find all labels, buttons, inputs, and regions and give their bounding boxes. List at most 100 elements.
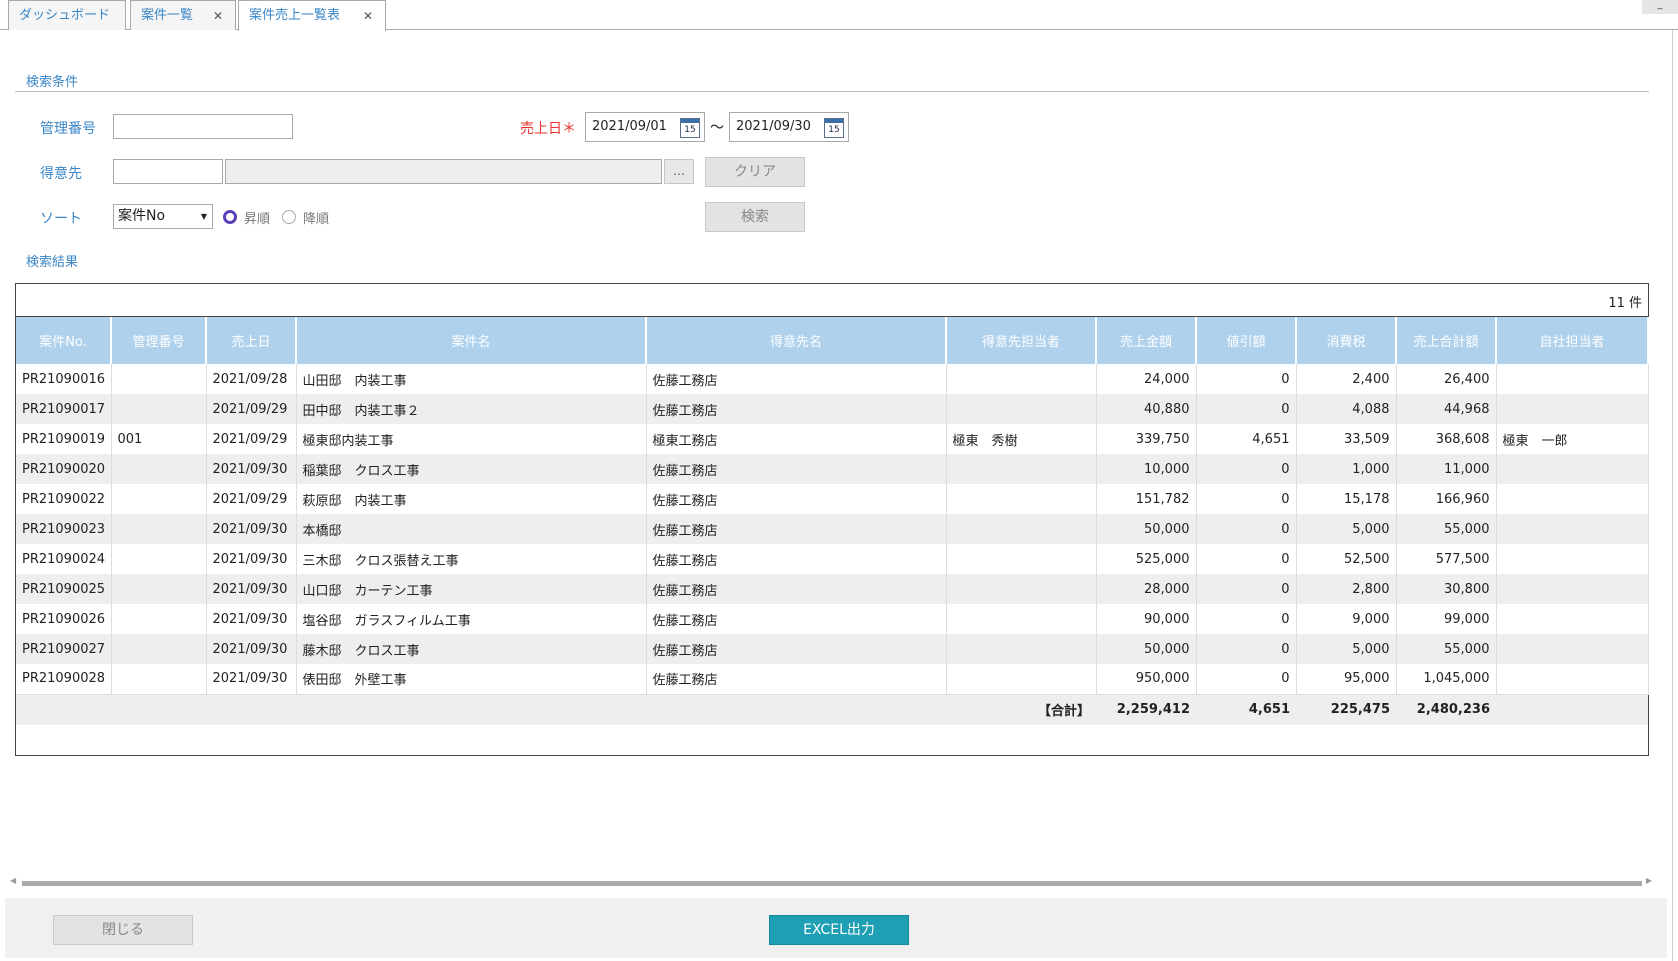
search-section-title: 検索条件	[26, 75, 79, 90]
tokuisaki-lookup-button[interactable]: …	[664, 159, 694, 184]
table-row[interactable]: PR21090019 001 2021/09/29 極東邸内装工事 極東工務店 極東 秀樹…	[16, 424, 1649, 454]
total-cell: 166,960	[1396, 484, 1497, 514]
anken-no-cell: PR21090023	[16, 514, 112, 544]
anken-no-cell: PR21090026	[16, 604, 112, 634]
sort-desc-label: 降順	[303, 212, 330, 227]
discount-cell: 0	[1196, 514, 1297, 544]
tab-dashboard[interactable]: ダッシュボード	[8, 0, 126, 30]
customer-name-cell: 佐藤工務店	[646, 484, 947, 514]
tokuisaki-label: 得意先	[40, 166, 82, 182]
tax-cell: 4,088	[1296, 394, 1397, 424]
anken-name-cell: 稲葉邸 クロス工事	[296, 454, 647, 484]
table-row[interactable]: PR21090026 2021/09/30 塩谷邸 ガラスフィルム工事 佐藤工務店 90…	[16, 604, 1649, 634]
column-header-customer-name[interactable]: 得意先名	[646, 317, 947, 364]
table-row[interactable]: PR21090023 2021/09/30 本橋邸 佐藤工務店 50,000 0 5,000…	[16, 514, 1649, 544]
chevron-down-icon: ▼	[200, 212, 207, 221]
kanri-no-cell	[111, 484, 207, 514]
column-header-anken-name[interactable]: 案件名	[296, 317, 647, 364]
sales-amount-cell: 950,000	[1096, 664, 1197, 694]
table-row[interactable]: PR21090024 2021/09/30 三木邸 クロス張替え工事 佐藤工務店 525…	[16, 544, 1649, 574]
close-icon[interactable]: ✕	[213, 1, 223, 31]
column-header-total[interactable]: 売上合計額	[1396, 317, 1497, 364]
tab-anken-sales-list-label: 案件売上一覧表	[249, 8, 341, 23]
anken-name-cell: 塩谷邸 ガラスフィルム工事	[296, 604, 647, 634]
column-header-anken-no[interactable]: 案件No.	[16, 317, 112, 364]
sales-amount-cell: 50,000	[1096, 634, 1197, 664]
column-header-discount[interactable]: 値引額	[1196, 317, 1297, 364]
total-cell: 1,045,000	[1396, 664, 1497, 694]
total-grand: 2,480,236	[1396, 693, 1496, 725]
sort-asc-radio[interactable]	[223, 210, 237, 224]
tax-cell: 52,500	[1296, 544, 1397, 574]
column-header-tax[interactable]: 消費税	[1296, 317, 1397, 364]
totals-row: 【合計】 2,259,412 4,651 225,475 2,480,236	[16, 693, 1648, 725]
result-count: 11 件	[1608, 296, 1642, 311]
customer-name-cell: 佐藤工務店	[646, 604, 947, 634]
kanri-number-label: 管理番号	[40, 121, 96, 137]
clear-button[interactable]: クリア	[705, 157, 805, 187]
tokuisaki-code-input[interactable]	[113, 159, 223, 184]
total-cell: 577,500	[1396, 544, 1497, 574]
excel-export-button[interactable]: EXCEL出力	[769, 915, 909, 945]
staff-cell	[1496, 604, 1649, 634]
sales-amount-cell: 339,750	[1096, 424, 1197, 454]
anken-no-cell: PR21090017	[16, 394, 112, 424]
sales-date-label: 売上日＊	[520, 121, 576, 137]
scroll-right-icon[interactable]: ▶	[1646, 876, 1652, 885]
anken-name-cell: 山口邸 カーテン工事	[296, 574, 647, 604]
table-row[interactable]: PR21090020 2021/09/30 稲葉邸 クロス工事 佐藤工務店 10,000…	[16, 454, 1649, 484]
sales-amount-cell: 90,000	[1096, 604, 1197, 634]
customer-contact-cell	[946, 454, 1097, 484]
staff-cell	[1496, 394, 1649, 424]
column-header-sales-date[interactable]: 売上日	[206, 317, 297, 364]
scroll-left-icon[interactable]: ◀	[10, 876, 16, 885]
column-header-kanri-no[interactable]: 管理番号	[111, 317, 207, 364]
sales-amount-cell: 525,000	[1096, 544, 1197, 574]
tab-anken-sales-list[interactable]: 案件売上一覧表 ✕	[238, 0, 386, 31]
kanri-no-cell	[111, 364, 207, 394]
table-row[interactable]: PR21090028 2021/09/30 俵田邸 外壁工事 佐藤工務店 950,000…	[16, 664, 1649, 694]
horizontal-scrollbar[interactable]: ◀ ▶	[10, 876, 1652, 888]
kanri-no-cell	[111, 604, 207, 634]
table-row[interactable]: PR21090025 2021/09/30 山口邸 カーテン工事 佐藤工務店 28,00…	[16, 574, 1649, 604]
anken-no-cell: PR21090025	[16, 574, 112, 604]
anken-no-cell: PR21090028	[16, 664, 112, 694]
total-cell: 26,400	[1396, 364, 1497, 394]
table-row[interactable]: PR21090027 2021/09/30 藤木邸 クロス工事 佐藤工務店 50,000…	[16, 634, 1649, 664]
table-row[interactable]: PR21090022 2021/09/29 萩原邸 内装工事 佐藤工務店 151,782…	[16, 484, 1649, 514]
table-row[interactable]: PR21090016 2021/09/28 山田邸 内装工事 佐藤工務店 24,000 0…	[16, 364, 1649, 394]
kanri-number-input[interactable]	[113, 114, 293, 139]
column-header-staff[interactable]: 自社担当者	[1496, 317, 1649, 364]
customer-contact-cell	[946, 634, 1097, 664]
sort-select[interactable]: 案件No ▼	[113, 204, 213, 229]
minimize-button[interactable]: _	[1642, 0, 1678, 14]
total-cell: 11,000	[1396, 454, 1497, 484]
close-icon[interactable]: ✕	[363, 1, 373, 31]
customer-name-cell: 佐藤工務店	[646, 544, 947, 574]
kanri-no-cell	[111, 664, 207, 694]
search-button[interactable]: 検索	[705, 202, 805, 232]
column-header-customer-contact[interactable]: 得意先担当者	[946, 317, 1097, 364]
scrollbar-thumb[interactable]	[22, 881, 1642, 886]
table-row[interactable]: PR21090017 2021/09/29 田中邸 内装工事２ 佐藤工務店 40,880…	[16, 394, 1649, 424]
calendar-icon[interactable]: 15	[680, 118, 700, 138]
sales-date-cell: 2021/09/30	[206, 634, 297, 664]
sales-date-cell: 2021/09/30	[206, 574, 297, 604]
sales-amount-cell: 10,000	[1096, 454, 1197, 484]
sort-desc-radio[interactable]	[282, 210, 296, 224]
customer-name-cell: 極東工務店	[646, 424, 947, 454]
discount-cell: 0	[1196, 454, 1297, 484]
discount-cell: 0	[1196, 544, 1297, 574]
results-grid: 11 件 案件No. 管理番号 売上日 案件名 得意先名 得意先担当者 売上金額…	[15, 283, 1649, 756]
discount-cell: 0	[1196, 604, 1297, 634]
tab-anken-list[interactable]: 案件一覧 ✕	[130, 0, 236, 30]
discount-cell: 0	[1196, 664, 1297, 694]
calendar-icon[interactable]: 15	[824, 118, 844, 138]
close-button[interactable]: 閉じる	[53, 915, 193, 945]
kanri-no-cell	[111, 634, 207, 664]
results-table: 案件No. 管理番号 売上日 案件名 得意先名 得意先担当者 売上金額 値引額 …	[16, 317, 1649, 725]
sales-date-cell: 2021/09/30	[206, 544, 297, 574]
sort-label: ソート	[40, 211, 82, 227]
anken-no-cell: PR21090016	[16, 364, 112, 394]
column-header-sales-amount[interactable]: 売上金額	[1096, 317, 1197, 364]
